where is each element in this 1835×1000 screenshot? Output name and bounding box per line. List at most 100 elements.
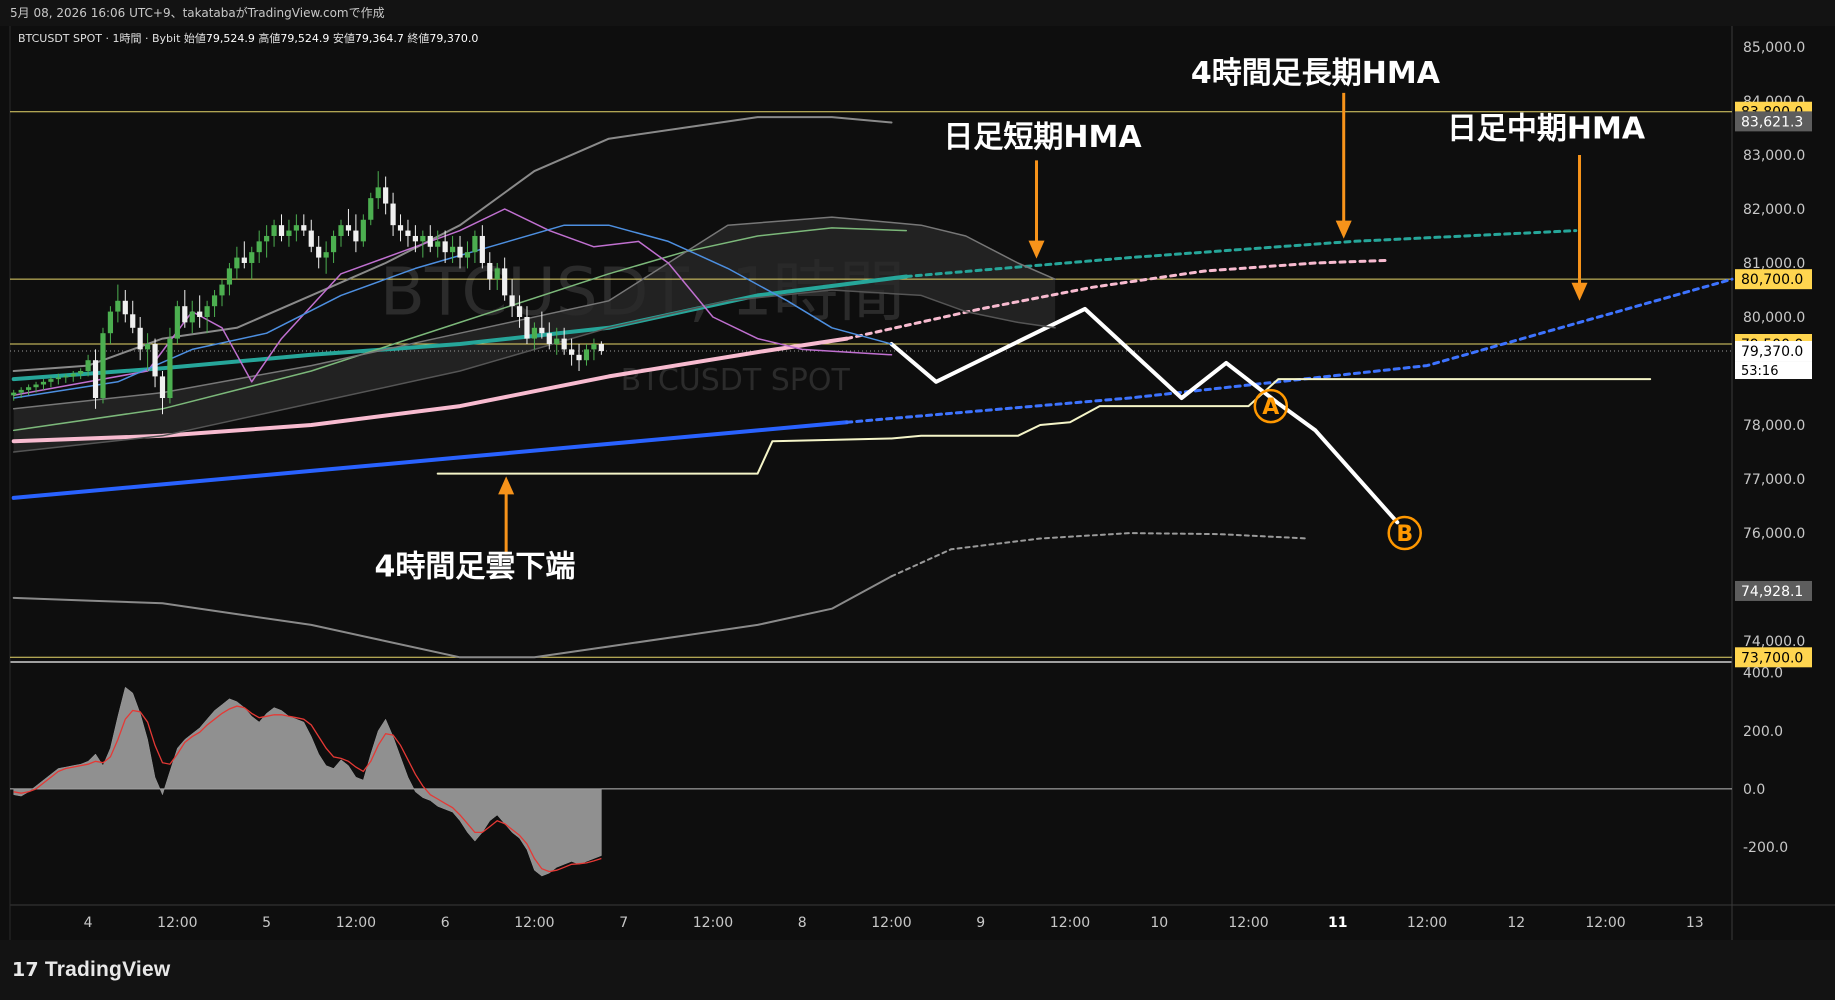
candle-body	[368, 198, 374, 220]
candle-body	[457, 246, 463, 258]
candle-body	[25, 387, 32, 390]
chart-canvas[interactable]: BTCUSDT, 1時間BTCUSDT SPOTAB日足短期HMA4時間足長期H…	[0, 0, 1835, 1000]
candle-body	[308, 230, 314, 247]
candle-body	[301, 225, 307, 231]
candle-body	[524, 316, 530, 339]
candle-body	[204, 306, 210, 317]
candle-body	[487, 262, 493, 280]
candle-body	[55, 377, 61, 380]
annotation-daily-mid-hma: 日足中期HMA	[1447, 112, 1646, 147]
candle-body	[92, 360, 99, 399]
time-tick: 8	[798, 915, 807, 931]
price-tick: 83,000.0	[1743, 148, 1805, 164]
candle-body	[100, 333, 106, 399]
oscillator-tick: 0.0	[1743, 782, 1765, 798]
candle-body	[539, 327, 545, 334]
point-a-label: A	[1262, 395, 1279, 420]
header-part: 始値	[180, 31, 206, 45]
tradingview-logo[interactable]: 𝟭𝟳 TradingView	[12, 958, 170, 982]
time-tick: 12:00	[1050, 915, 1090, 931]
candle-body	[323, 252, 329, 258]
candle-body	[271, 225, 277, 236]
oscillator-tick: 200.0	[1743, 724, 1783, 740]
candle-body	[390, 203, 396, 226]
candle-body	[479, 235, 485, 263]
candle-body	[189, 311, 195, 323]
candle-body	[583, 349, 590, 361]
ohlc-header: BTCUSDT SPOT · 1時間 · Bybit 始値79,524.9 高値…	[18, 31, 478, 45]
candle-body	[405, 230, 411, 236]
candle-body	[48, 379, 54, 382]
candle-body	[107, 311, 114, 334]
annotation-h4-long-hma: 4時間足長期HMA	[1191, 56, 1441, 91]
time-tick: 10	[1150, 915, 1168, 931]
candle-body	[241, 257, 247, 263]
candle-body	[420, 235, 426, 242]
time-tick: 12:00	[1407, 915, 1447, 931]
candle-body	[330, 235, 337, 253]
candle-body	[219, 284, 225, 296]
price-tick: 85,000.0	[1743, 40, 1805, 56]
candle-body	[494, 268, 500, 280]
candle-body	[159, 376, 166, 399]
candle-body	[554, 338, 560, 344]
candle-body	[375, 187, 381, 199]
candle-body	[278, 225, 285, 236]
candle-body	[345, 225, 352, 231]
time-tick: 12:00	[514, 915, 554, 931]
candle-body	[569, 349, 575, 355]
candle-body	[316, 246, 322, 258]
header-part: 79,524.9	[280, 32, 329, 45]
candle-body	[449, 246, 456, 253]
header-part: BTCUSDT SPOT · 1時間 · Bybit	[18, 32, 181, 45]
candle-body	[427, 235, 433, 247]
candle-body	[397, 225, 404, 231]
candle-body	[293, 225, 299, 231]
candle-body	[249, 252, 255, 263]
candle-body	[353, 230, 359, 242]
candle-body	[145, 344, 151, 350]
candle-body	[182, 306, 188, 323]
candle-body	[472, 235, 478, 253]
price-label: 80,700.0	[1741, 272, 1803, 288]
candle-body	[591, 344, 597, 350]
candle-body	[18, 389, 24, 393]
footer-bar	[0, 940, 1835, 1000]
price-label: 83,621.3	[1741, 114, 1803, 130]
candle-body	[256, 241, 262, 253]
header-part: 79,524.9	[206, 32, 255, 45]
header-part: 安値	[329, 31, 355, 45]
price-tick: 76,000.0	[1743, 526, 1805, 542]
price-label: 79,370.0	[1741, 344, 1803, 360]
header-part: 終値	[404, 31, 430, 45]
time-tick: 12:00	[336, 915, 376, 931]
header-part: 79,364.7	[355, 32, 404, 45]
candle-body	[197, 311, 203, 317]
time-tick: 7	[619, 915, 628, 931]
candle-body	[137, 327, 143, 350]
time-tick: 13	[1686, 915, 1704, 931]
time-tick: 12:00	[1228, 915, 1268, 931]
time-tick: 12:00	[157, 915, 197, 931]
candle-body	[442, 241, 448, 253]
time-tick: 12	[1507, 915, 1525, 931]
candle-body	[598, 344, 604, 352]
candle-body	[338, 225, 344, 236]
price-label: 74,928.1	[1741, 584, 1803, 600]
candle-body	[576, 354, 582, 361]
price-tick: 80,000.0	[1743, 310, 1805, 326]
oscillator-tick: -200.0	[1743, 840, 1788, 856]
price-tick: 77,000.0	[1743, 472, 1805, 488]
candle-body	[464, 252, 471, 258]
point-b-label: B	[1396, 522, 1413, 547]
candle-body	[412, 235, 418, 242]
time-tick: 5	[262, 915, 271, 931]
oscillator-tick: 400.0	[1743, 666, 1783, 682]
header-part: 高値	[255, 31, 281, 45]
candle-body	[264, 235, 270, 242]
candle-body	[561, 338, 567, 350]
candle-body	[226, 268, 233, 285]
time-tick: 4	[84, 915, 93, 931]
annotation-h4-cloud-lower: 4時間足雲下端	[374, 549, 575, 584]
tradingview-logo-icon: 𝟭𝟳	[12, 960, 39, 981]
